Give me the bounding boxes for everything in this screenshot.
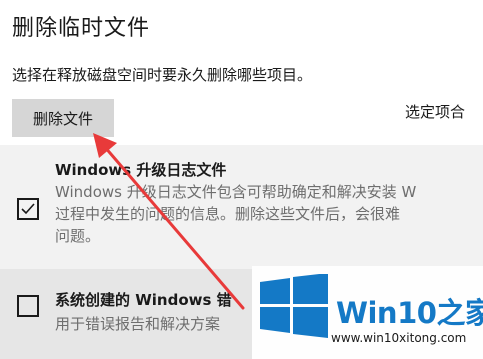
watermark-brand-main: Win10	[336, 296, 437, 330]
description-line: 过程中发生的问题的信息。删除这些文件后，会很难	[55, 205, 401, 223]
delete-files-button[interactable]: 删除文件	[12, 99, 114, 137]
file-item-description: Windows 升级日志文件包含可帮助确定和解决安装 W 过程中发生的问题的信息…	[55, 181, 483, 247]
watermark-brand-suffix: 之家	[436, 296, 483, 330]
checkmark-icon	[21, 203, 35, 215]
page-title: 删除临时文件	[12, 16, 151, 41]
description-line: Windows 升级日志文件包含可帮助确定和解决安装 W	[55, 183, 417, 201]
watermark-brand: Win10之家	[336, 290, 483, 332]
checkbox-windows-upgrade-logs[interactable]	[17, 198, 39, 220]
watermark: Win10之家 www.win10xitong.com	[252, 266, 483, 359]
selected-total-label: 选定项合	[405, 103, 466, 121]
file-item-title: 系统创建的 Windows 错	[55, 291, 232, 309]
file-item-title: Windows 升级日志文件	[55, 161, 227, 179]
file-item-windows-upgrade-logs[interactable]: Windows 升级日志文件 Windows 升级日志文件包含可帮助确定和解决安…	[0, 145, 483, 269]
description-line: 问题。	[55, 227, 101, 245]
watermark-url: www.win10xitong.com	[331, 331, 467, 345]
windows-logo-icon	[260, 274, 328, 338]
checkbox-windows-error-reports[interactable]	[17, 295, 39, 317]
page-description: 选择在释放磁盘空间时要永久删除哪些项目。	[12, 66, 313, 84]
